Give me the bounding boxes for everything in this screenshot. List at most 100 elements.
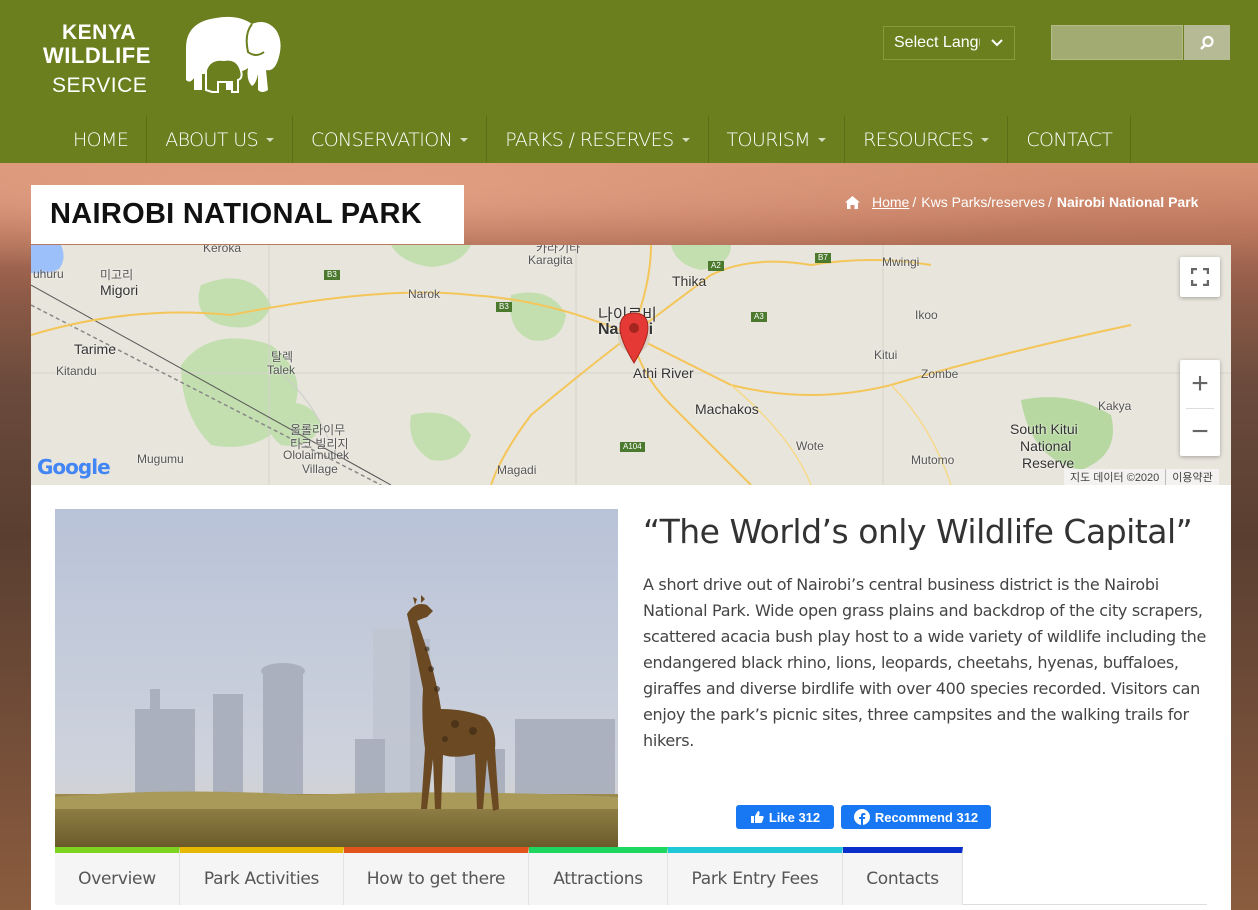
page-title: NAIROBI NATIONAL PARK (31, 185, 464, 244)
tab-label: How to get there (366, 869, 506, 889)
search-button[interactable] (1184, 25, 1230, 60)
map-label: Kakya (1098, 399, 1132, 413)
facebook-recommend-label: Recommend 312 (874, 809, 979, 825)
map-label: Ololaimutiek (283, 448, 350, 462)
tab-label: Park Entry Fees (691, 869, 819, 889)
map-label: Wote (796, 439, 824, 453)
map-label: Magadi (497, 463, 537, 477)
google-logo-text: Google (37, 455, 111, 479)
caret-down-icon (981, 137, 990, 142)
map-label: uhuru (33, 267, 64, 281)
nav-label: HOME (73, 128, 129, 151)
facebook-icon (853, 809, 870, 825)
park-map[interactable]: Keroka 카라기타 Karagita Thika Mwingi 미고리 Mi… (31, 245, 1231, 485)
map-label: Migori (100, 282, 139, 298)
search-icon (1200, 35, 1214, 50)
map-label: Athi River (633, 365, 694, 381)
map-label: Talek (267, 363, 296, 377)
tab-label: Attractions (553, 869, 643, 889)
facebook-recommend-button[interactable]: Recommend 312 (841, 805, 991, 829)
road-shield: B3 (496, 302, 512, 312)
breadcrumb-home-link[interactable]: Home (872, 194, 909, 210)
nav-item-resources[interactable]: RESOURCES (845, 116, 1009, 163)
tab-attractions[interactable]: Attractions (529, 847, 668, 905)
giraffe-skyline-photo (55, 509, 618, 848)
search-input[interactable] (1051, 25, 1183, 60)
breadcrumb-current: Nairobi National Park (1056, 194, 1199, 210)
zoom-divider (1186, 408, 1214, 409)
caret-down-icon (681, 137, 690, 142)
breadcrumb-separator: / (912, 194, 917, 210)
map-terms-link[interactable]: 이용약관 (1165, 469, 1218, 485)
map-attribution: 지도 데이터 ©2020 이용약관 (1064, 469, 1219, 485)
map-label: Machakos (695, 401, 759, 417)
thumbs-up-icon (750, 811, 764, 823)
map-label: 미고리 (100, 268, 134, 282)
map-label: Zombe (921, 367, 959, 381)
logo-line-2: WILDLIFE (43, 43, 151, 68)
nav-item-conservation[interactable]: CONSERVATION (293, 116, 488, 163)
tab-label: Park Activities (203, 869, 320, 889)
google-logo[interactable]: Google (37, 455, 111, 479)
nav-item-contact[interactable]: CONTACT (1008, 116, 1132, 163)
map-label: Kitui (874, 348, 898, 362)
zoom-out-button[interactable]: − (1180, 408, 1220, 456)
breadcrumb: Home / Kws Parks/reserves / Nairobi Nati… (845, 192, 1198, 212)
nav-item-home[interactable]: HOME (55, 116, 148, 163)
map-fullscreen-button[interactable] (1180, 257, 1220, 297)
map-label: Mutomo (911, 453, 955, 467)
map-label: Keroka (203, 245, 242, 255)
elephant-logo-icon (186, 16, 281, 93)
facebook-like-button[interactable]: Like 312 (736, 805, 834, 829)
map-label: South Kitui (1010, 421, 1078, 437)
nav-label: PARKS / RESERVES (505, 128, 674, 151)
site-header: KENYA WILDLIFE SERVICE Select Language H… (0, 0, 1258, 163)
language-select[interactable]: Select Language (883, 26, 1015, 60)
breadcrumb-separator: / (1047, 194, 1052, 210)
tabs-divider (963, 904, 1207, 905)
road-shield: B7 (815, 253, 831, 263)
map-label: Mugumu (137, 452, 184, 466)
park-photo (55, 509, 618, 848)
tab-park-entry-fees[interactable]: Park Entry Fees (668, 847, 843, 905)
map-label: Mwingi (882, 255, 920, 269)
map-label: Thika (672, 273, 707, 289)
facebook-like-label: Like 312 (768, 809, 821, 825)
tab-overview[interactable]: Overview (55, 847, 180, 905)
map-label: Tarime (74, 341, 117, 357)
map-label: Kitandu (56, 364, 97, 378)
nav-label: CONTACT (1026, 128, 1113, 151)
park-info-tabs: Overview Park Activities How to get ther… (55, 847, 963, 905)
tab-contacts[interactable]: Contacts (843, 847, 963, 905)
logo-line-1: KENYA (62, 21, 137, 44)
map-label: Karagita (528, 253, 573, 267)
caret-down-icon (818, 137, 827, 142)
chevron-down-icon (991, 39, 1003, 47)
map-label: Narok (408, 287, 441, 301)
road-shield: A3 (751, 312, 767, 322)
logo-line-3: SERVICE (52, 74, 148, 97)
tab-label: Overview (78, 869, 156, 889)
nav-item-parks-reserves[interactable]: PARKS / RESERVES (487, 116, 709, 163)
tab-how-to-get-there[interactable]: How to get there (344, 847, 529, 905)
fullscreen-icon (1191, 268, 1209, 286)
park-description: A short drive out of Nairobi’s central b… (643, 575, 1207, 750)
nav-label: RESOURCES (863, 128, 974, 151)
park-tagline: “The World’s only Wildlife Capital” (643, 512, 1193, 551)
nav-item-tourism[interactable]: TOURISM (709, 116, 846, 163)
main-nav: HOME ABOUT US CONSERVATION PARKS / RESER… (55, 116, 1132, 163)
map-data-credit: 지도 데이터 ©2020 (1070, 472, 1160, 484)
nav-item-about-us[interactable]: ABOUT US (147, 116, 294, 163)
map-pin-icon[interactable] (619, 312, 649, 364)
home-icon (845, 195, 860, 209)
kws-logo[interactable]: KENYA WILDLIFE SERVICE (40, 8, 290, 100)
zoom-in-button[interactable]: + (1180, 360, 1220, 408)
map-label: Ikoo (915, 308, 938, 322)
breadcrumb-parent-link[interactable]: Kws Parks/reserves (921, 194, 1045, 210)
language-select-value: Select Language (894, 34, 980, 51)
tab-park-activities[interactable]: Park Activities (180, 847, 344, 905)
road-shield: A104 (620, 442, 645, 452)
road-shield: B3 (324, 270, 340, 280)
nav-label: TOURISM (726, 128, 811, 151)
road-shield: A2 (708, 261, 724, 271)
